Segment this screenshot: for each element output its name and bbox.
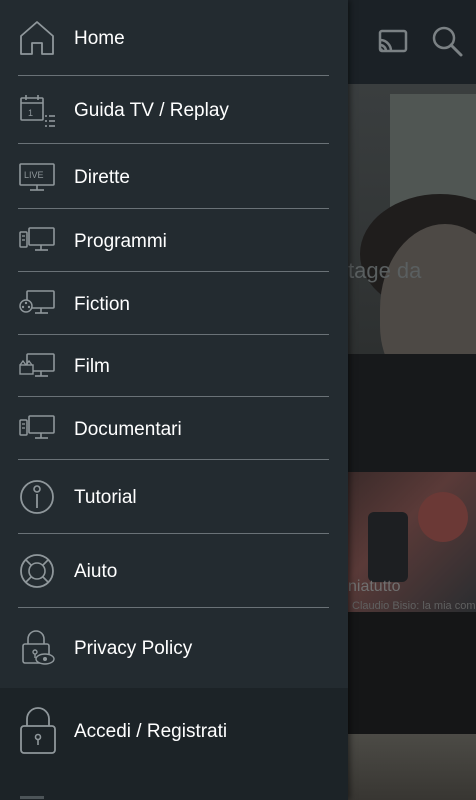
card-logo: [418, 492, 468, 542]
menu-item-label: Fiction: [74, 294, 130, 315]
content-thumbnail[interactable]: [348, 734, 476, 800]
menu-item-accedi-registrati[interactable]: Accedi / Registrati: [0, 688, 348, 800]
calendar-list-icon: 1: [18, 92, 56, 130]
menu-item-home[interactable]: Home: [0, 0, 348, 75]
menu-item-label: Documentari: [74, 419, 182, 440]
menu-item-label: Privacy Policy: [74, 638, 193, 659]
menu-item-label: Dirette: [74, 167, 130, 188]
menu-item-label: Accedi / Registrati: [74, 721, 228, 742]
card-figure: [368, 512, 408, 582]
info-circle-icon: [18, 478, 56, 516]
search-icon[interactable]: [430, 24, 464, 58]
content-card-title: niatutto: [348, 578, 401, 595]
menu-item-label: Programmi: [74, 231, 167, 252]
svg-text:LIVE: LIVE: [24, 170, 44, 180]
tv-fiction-icon: [18, 284, 56, 322]
hero-caption: tage da: [348, 258, 422, 283]
lock-eye-icon: [18, 628, 56, 666]
navigation-drawer: Home 1 Guida TV / Replay LIVE Dirette Pr…: [0, 0, 348, 800]
menu-item-guida-tv[interactable]: 1 Guida TV / Replay: [0, 76, 348, 143]
menu-item-label: Tutorial: [74, 487, 137, 508]
menu-item-fiction[interactable]: Fiction: [0, 272, 348, 334]
menu-item-film[interactable]: Film: [0, 335, 348, 396]
menu-item-programmi[interactable]: Programmi: [0, 209, 348, 271]
lifebuoy-icon: [18, 552, 56, 590]
menu-item-documentari[interactable]: Documentari: [0, 397, 348, 459]
menu-item-label: Home: [74, 28, 125, 49]
lock-icon: [18, 706, 58, 756]
menu-item-aiuto[interactable]: Aiuto: [0, 534, 348, 607]
drawer-bottom-edge: [20, 796, 44, 799]
live-tv-icon: LIVE: [18, 158, 56, 196]
menu-item-label: Film: [74, 356, 110, 377]
svg-text:1: 1: [28, 108, 33, 118]
tv-programs-icon: [18, 221, 56, 259]
cast-icon[interactable]: [376, 24, 410, 58]
menu-item-dirette[interactable]: LIVE Dirette: [0, 144, 348, 208]
tv-film-icon: [18, 347, 56, 385]
content-card-subtitle: Claudio Bisio: la mia comi: [352, 600, 476, 612]
menu-item-privacy-policy[interactable]: Privacy Policy: [0, 608, 348, 688]
menu-item-tutorial[interactable]: Tutorial: [0, 460, 348, 533]
menu-item-label: Guida TV / Replay: [74, 100, 229, 121]
menu-item-label: Aiuto: [74, 561, 118, 582]
home-icon: [18, 19, 56, 57]
tv-documentary-icon: [18, 409, 56, 447]
